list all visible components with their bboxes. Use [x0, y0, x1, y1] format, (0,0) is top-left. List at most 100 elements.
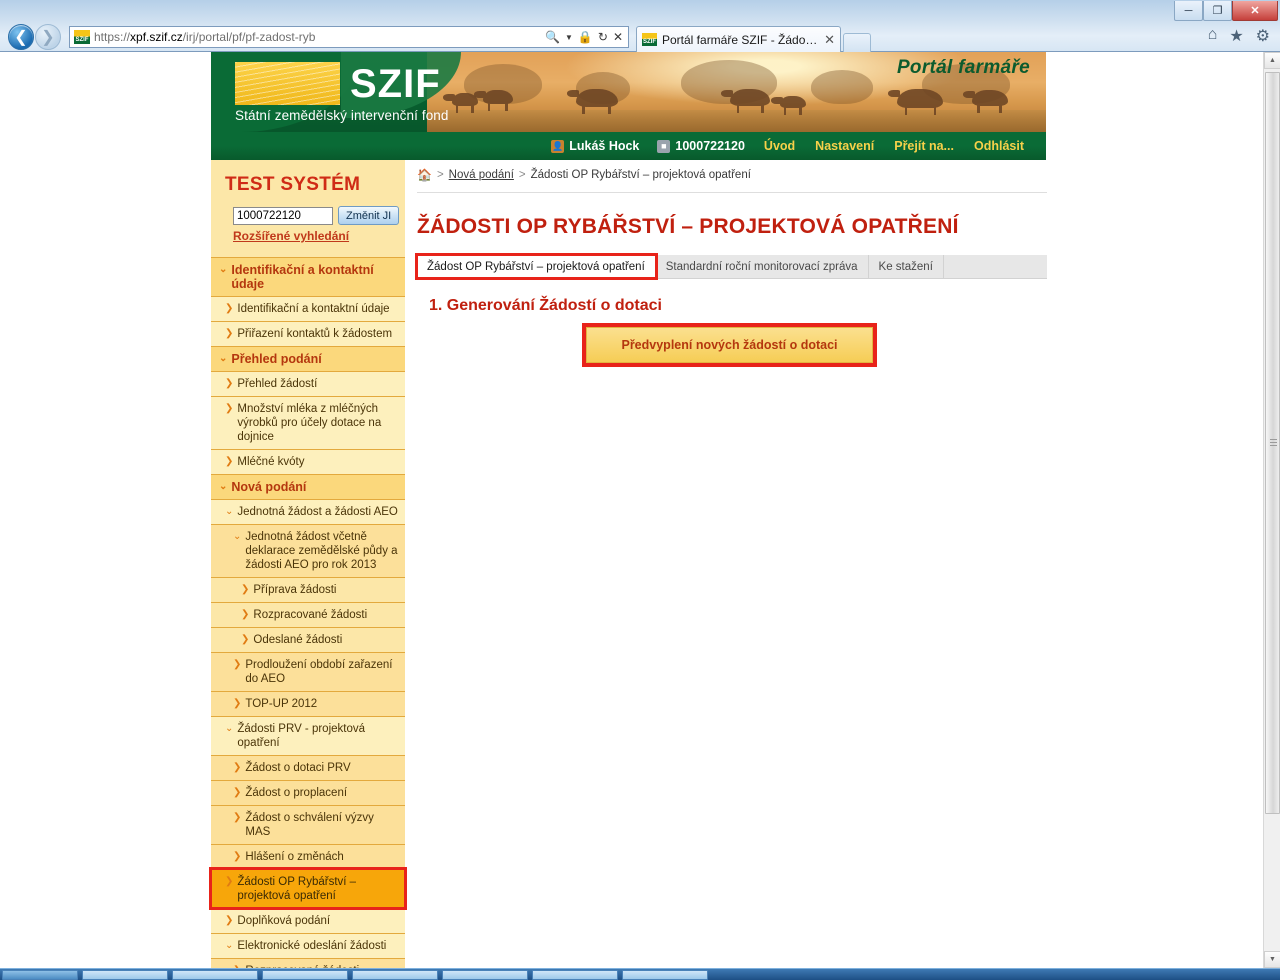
- change-ji-button[interactable]: Změnit JI: [338, 206, 400, 225]
- address-bar[interactable]: SZIF https://xpf.szif.cz/irj/portal/pf/p…: [69, 26, 629, 48]
- favorites-icon[interactable]: ★: [1229, 26, 1243, 46]
- chevron-right-icon: ❯: [233, 659, 242, 670]
- sidebar-item[interactable]: ❯ Příprava žádosti: [211, 577, 405, 602]
- browser-tab[interactable]: SZIF Portál farmáře SZIF - Žádos... ✕: [636, 26, 841, 52]
- os-taskbar: [0, 968, 1280, 980]
- sidebar-item[interactable]: ❯Rozpracované žádosti: [211, 958, 405, 968]
- sidebar-item[interactable]: ⌄ Identifikační a kontaktní údaje: [211, 257, 405, 296]
- restore-button[interactable]: ❐: [1203, 1, 1232, 21]
- content-tab[interactable]: Ke stažení: [868, 255, 944, 278]
- breadcrumb-separator-2: >: [518, 169, 526, 181]
- topnav-link-odhlasit[interactable]: Odhlásit: [964, 139, 1034, 153]
- current-user[interactable]: 👤 Lukáš Hock: [542, 139, 648, 153]
- home-icon[interactable]: 🏠: [417, 168, 432, 182]
- sidebar-item[interactable]: ❯ Žádosti OP Rybářství – projektová opatř…: [209, 867, 407, 910]
- sidebar-item[interactable]: ❯ Žádost o dotaci PRV: [211, 755, 405, 780]
- scroll-down-arrow-icon[interactable]: ▼: [1264, 951, 1280, 968]
- taskbar-item[interactable]: [532, 969, 618, 980]
- chevron-right-icon: ❯: [233, 762, 242, 773]
- search-icon[interactable]: 🔍: [545, 30, 560, 44]
- sidebar-item-label: Doplňková podání: [237, 915, 331, 927]
- chevron-right-icon: ❯: [225, 328, 234, 339]
- forward-icon[interactable]: ❯: [35, 24, 61, 50]
- sidebar-item[interactable]: ❯ Žádost o schválení výzvy MAS: [211, 805, 405, 844]
- sidebar-item[interactable]: ⌄ Jednotná žádost včetně deklarace zemědě…: [211, 524, 405, 577]
- scrollbar-thumb[interactable]: [1265, 72, 1280, 814]
- breadcrumb-link-parent[interactable]: Nová podání: [449, 169, 514, 181]
- sidebar-item-label: Přehled žádostí: [237, 378, 318, 390]
- minimize-button[interactable]: ─: [1174, 1, 1203, 21]
- topnav-link-uvod[interactable]: Úvod: [754, 139, 805, 153]
- main-content: 🏠 > Nová podání > Žádosti OP Rybářství –…: [415, 160, 1047, 367]
- topnav-link-nastaveni[interactable]: Nastavení: [805, 139, 884, 153]
- current-subject-id-value: 1000722120: [675, 139, 745, 153]
- sidebar-item[interactable]: ❯ Doplňková podání: [211, 908, 405, 933]
- portal-title: Portál farmáře: [896, 57, 1030, 78]
- lock-icon[interactable]: 🔒: [578, 30, 593, 44]
- content-tab[interactable]: Standardní roční monitorovací zpráva: [655, 255, 869, 278]
- sidebar-item-label: TOP-UP 2012: [245, 698, 318, 710]
- sidebar-item[interactable]: ❯ TOP-UP 2012: [211, 691, 405, 716]
- page-viewport: SZIF Státní zemědělský intervenční fond …: [0, 52, 1280, 968]
- sidebar-item-label: Žádost o dotaci PRV: [245, 762, 351, 774]
- sidebar-item-label: Jednotná žádost včetně deklarace zeměděl…: [245, 531, 398, 571]
- sidebar-item-label: Žádosti OP Rybářství – projektová opatře…: [237, 876, 357, 902]
- site-banner: SZIF Státní zemědělský intervenční fond …: [211, 52, 1046, 132]
- sidebar-item[interactable]: ❯ Množství mléka z mléčných výrobků pro ú…: [211, 396, 405, 449]
- scroll-up-arrow-icon[interactable]: ▲: [1264, 52, 1280, 69]
- sidebar-item[interactable]: ❯ Odeslané žádosti: [211, 627, 405, 652]
- sidebar-item-label: Rozpracované žádosti: [253, 609, 368, 621]
- sidebar-item[interactable]: ❯ Hlášení o změnách: [211, 844, 405, 869]
- chevron-right-icon: ❯: [241, 634, 250, 645]
- sidebar-item[interactable]: ⌄ Elektronické odeslání žádosti: [211, 933, 405, 958]
- taskbar-item[interactable]: [262, 969, 348, 980]
- taskbar-item[interactable]: [172, 969, 258, 980]
- tools-icon[interactable]: ⚙: [1256, 26, 1270, 46]
- sidebar-item[interactable]: ❯ Identifikační a kontaktní údaje: [211, 296, 405, 321]
- ji-input[interactable]: [233, 206, 333, 225]
- taskbar-item[interactable]: [442, 969, 528, 980]
- current-user-name: Lukáš Hock: [569, 139, 640, 153]
- content-tab-label: Ke stažení: [878, 260, 933, 273]
- taskbar-item[interactable]: [352, 969, 438, 980]
- sidebar-item[interactable]: ❯ Přehled žádostí: [211, 371, 405, 396]
- topnav-link-prejit-na[interactable]: Přejít na...: [884, 139, 964, 153]
- stop-icon[interactable]: ✕: [613, 30, 623, 44]
- content-tab-label: Standardní roční monitorovací zpráva: [665, 260, 858, 273]
- taskbar-item[interactable]: [82, 969, 168, 980]
- new-tab-button[interactable]: [843, 33, 871, 52]
- chevron-right-icon: ❯: [225, 915, 234, 926]
- szif-logo[interactable]: SZIF Státní zemědělský intervenční fond: [235, 62, 449, 123]
- stamp-icon: ■: [657, 139, 671, 153]
- taskbar-item[interactable]: [622, 969, 708, 980]
- advanced-search-link[interactable]: Rozšířené vyhledání: [233, 229, 405, 243]
- current-subject-id[interactable]: ■ 1000722120: [648, 139, 754, 153]
- content-tab-label: Žádost OP Rybářství – projektová opatřen…: [427, 260, 645, 273]
- url-text: https://xpf.szif.cz/irj/portal/pf/pf-zad…: [94, 30, 545, 44]
- refresh-icon[interactable]: ↻: [598, 30, 608, 44]
- taskbar-start-button[interactable]: [2, 969, 78, 980]
- tab-close-icon[interactable]: ✕: [824, 32, 835, 48]
- sidebar-item[interactable]: ❯ Mléčné kvóty: [211, 449, 405, 474]
- address-bar-icons: 🔍 ▼ 🔒 ↻ ✕: [545, 30, 626, 44]
- prefill-new-applications-button[interactable]: Předvyplení nových žádostí o dotaci: [586, 327, 873, 363]
- browser-toolbar-icons: ⌂ ★ ⚙: [1208, 26, 1270, 46]
- sidebar-item[interactable]: ⌄ Jednotná žádost a žádosti AEO: [211, 499, 405, 524]
- sidebar-item[interactable]: ⌄ Žádosti PRV - projektová opatření: [211, 716, 405, 755]
- sidebar-item[interactable]: ⌄ Nová podání: [211, 474, 405, 499]
- sidebar-item[interactable]: ⌄ Přehled podání: [211, 346, 405, 371]
- vertical-scrollbar[interactable]: ▲ ▼: [1263, 52, 1280, 968]
- breadcrumb: 🏠 > Nová podání > Žádosti OP Rybářství –…: [417, 160, 1047, 193]
- home-icon[interactable]: ⌂: [1208, 26, 1218, 46]
- sidebar-item[interactable]: ❯ Přiřazení kontaktů k žádostem: [211, 321, 405, 346]
- sidebar-item[interactable]: ❯ Prodloužení období zařazení do AEO: [211, 652, 405, 691]
- chevron-down-icon[interactable]: ▼: [565, 33, 573, 42]
- sidebar-item[interactable]: ❯Rozpracované žádosti: [211, 602, 405, 627]
- user-icon: 👤: [551, 139, 565, 153]
- content-tab[interactable]: Žádost OP Rybářství – projektová opatřen…: [415, 253, 658, 280]
- back-icon[interactable]: ❮: [8, 24, 34, 50]
- szif-logo-subtitle: Státní zemědělský intervenční fond: [235, 108, 449, 123]
- site-header: SZIF Státní zemědělský intervenční fond …: [211, 52, 1046, 160]
- sidebar-item[interactable]: ❯ Žádost o proplacení: [211, 780, 405, 805]
- close-button[interactable]: ✕: [1232, 1, 1278, 21]
